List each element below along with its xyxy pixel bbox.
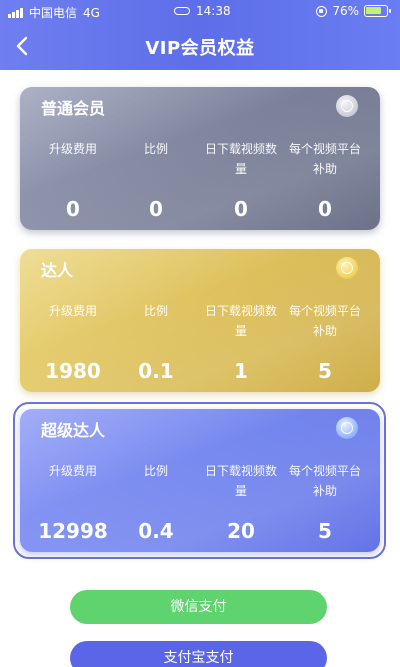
label-ratio: 比例 xyxy=(143,464,168,478)
value-platform-subsidy: 5 xyxy=(318,359,332,383)
network-label: 4G xyxy=(83,5,100,20)
battery-icon xyxy=(364,5,391,17)
label-daily-downloads: 日下载视频数量 xyxy=(204,304,277,338)
tier-card-talent[interactable]: 达人 升级费用 比例 日下载视频数量 每个视频平台补助 1980 0.1 1 5 xyxy=(20,249,380,392)
tier-name: 超级达人 xyxy=(41,421,106,440)
value-upgrade-fee: 1980 xyxy=(45,359,101,383)
blue-medal-icon xyxy=(336,417,358,439)
gold-medal-icon xyxy=(336,257,358,279)
value-ratio: 0.4 xyxy=(138,519,174,543)
tier-name: 达人 xyxy=(41,261,74,280)
status-right: 76% xyxy=(316,4,391,18)
label-daily-downloads: 日下载视频数量 xyxy=(204,464,277,498)
label-upgrade-fee: 升级费用 xyxy=(48,142,97,156)
status-left: 中国电信 4G xyxy=(8,4,100,21)
value-daily-downloads: 20 xyxy=(227,519,255,543)
tier-card-super-talent[interactable]: 超级达人 升级费用 比例 日下载视频数量 每个视频平台补助 12998 0.4 … xyxy=(20,409,380,552)
value-upgrade-fee: 0 xyxy=(66,197,80,221)
label-upgrade-fee: 升级费用 xyxy=(48,304,97,318)
alipay-button[interactable]: 支付宝支付 xyxy=(70,641,327,667)
signal-icon xyxy=(8,7,23,18)
value-platform-subsidy: 0 xyxy=(318,197,332,221)
header-bar: 中国电信 4G 14:38 76% VIP会员权益 xyxy=(0,0,400,70)
tier-name: 普通会员 xyxy=(41,99,106,118)
label-upgrade-fee: 升级费用 xyxy=(48,464,97,478)
value-upgrade-fee: 12998 xyxy=(38,519,108,543)
link-icon xyxy=(174,7,190,15)
value-daily-downloads: 1 xyxy=(234,359,248,383)
tier-card-normal[interactable]: 普通会员 升级费用 比例 日下载视频数量 每个视频平台补助 0 0 0 0 xyxy=(20,87,380,230)
value-platform-subsidy: 5 xyxy=(318,519,332,543)
page-title: VIP会员权益 xyxy=(145,38,255,59)
value-ratio: 0 xyxy=(149,197,163,221)
value-ratio: 0.1 xyxy=(138,359,174,383)
label-platform-subsidy: 每个视频平台补助 xyxy=(288,464,361,498)
label-daily-downloads: 日下载视频数量 xyxy=(204,142,277,176)
carrier-label: 中国电信 xyxy=(29,6,78,20)
label-ratio: 比例 xyxy=(143,304,168,318)
nav-bar: VIP会员权益 xyxy=(0,26,400,66)
wechat-pay-button[interactable]: 微信支付 xyxy=(70,590,327,624)
status-center: 14:38 xyxy=(174,4,231,18)
time-label: 14:38 xyxy=(196,4,231,18)
value-daily-downloads: 0 xyxy=(234,197,248,221)
silver-medal-icon xyxy=(336,95,358,117)
label-platform-subsidy: 每个视频平台补助 xyxy=(288,304,361,338)
label-platform-subsidy: 每个视频平台补助 xyxy=(288,142,361,176)
battery-label: 76% xyxy=(332,4,359,18)
label-ratio: 比例 xyxy=(143,142,168,156)
orientation-lock-icon xyxy=(316,5,328,17)
status-bar: 中国电信 4G 14:38 76% xyxy=(0,0,400,24)
